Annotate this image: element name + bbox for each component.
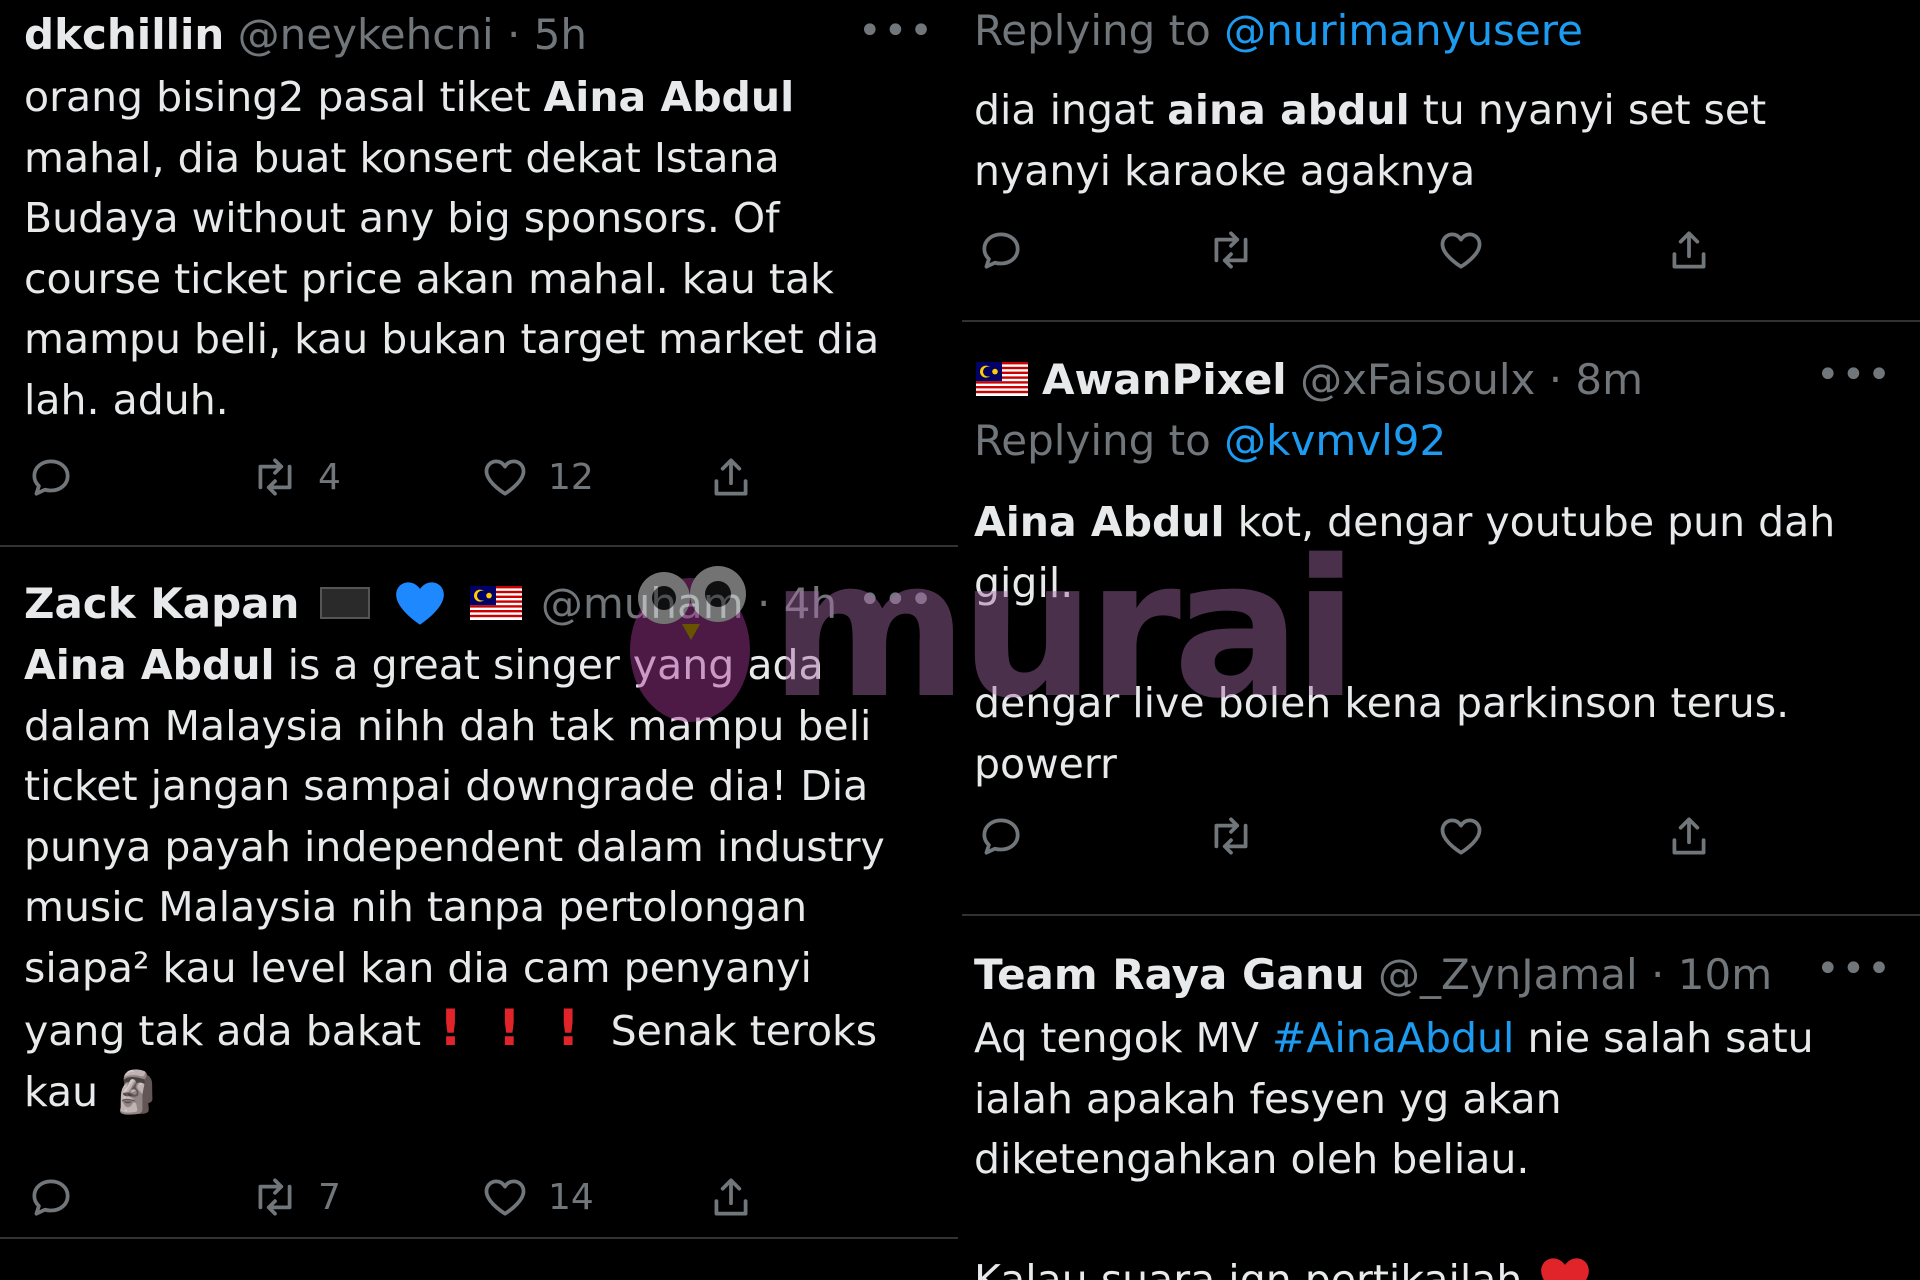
share-button[interactable] [706,1167,756,1227]
malaysia-flag-icon [976,361,1028,396]
reply-button[interactable] [976,220,1026,280]
share-button[interactable] [706,447,756,507]
retweet-button[interactable] [1206,220,1256,280]
separator: · [1535,355,1576,404]
action-bar: 4 12 [0,447,958,507]
retweet-count: 7 [318,1176,341,1218]
text-segment: orang bising2 pasal tiket [24,73,544,121]
share-button[interactable] [1664,806,1714,866]
exclamation-emoji: ! [556,999,580,1057]
share-icon [1672,231,1706,269]
divider [0,1237,958,1239]
reply-button[interactable] [26,1167,76,1227]
mention-link[interactable]: @kvmvl92 [1224,416,1446,465]
display-name[interactable]: dkchillin [24,10,224,59]
tweet-text: Aq tengok MV #AinaAbdul nie salah satu i… [974,1008,1874,1280]
timestamp[interactable]: 10m [1678,950,1772,999]
exclamation-emoji: ! [439,999,462,1057]
retweet-icon [1214,231,1248,269]
reply-icon [32,1179,70,1216]
share-icon [1672,817,1706,855]
timestamp[interactable]: 8m [1575,355,1643,404]
like-button[interactable]: 14 [480,1167,594,1227]
text-segment: mahal, dia buat konsert dekat Istana Bud… [24,133,880,424]
text-bold: Aina Abdul [24,641,275,689]
share-icon [714,1178,748,1216]
malaysia-flag-icon [469,585,522,620]
like-count: 12 [548,456,594,498]
text-paragraph: Aq tengok MV #AinaAbdul nie salah satu i… [974,1008,1874,1190]
text-segment: dia ingat [974,86,1168,134]
heart-icon [484,459,526,496]
hashtag-link[interactable]: #AinaAbdul [1272,1014,1514,1062]
separator: · [1637,950,1678,999]
display-name[interactable]: Zack Kapan [24,579,299,628]
more-options-icon[interactable]: ••• [858,8,935,54]
like-button[interactable] [1436,220,1486,280]
mention-link[interactable]: @nurimanyusere [1224,6,1583,55]
tweet-header: dkchillin @neykehcni · 5h [24,6,587,64]
heart-icon [1440,818,1482,855]
tweet-text: orang bising2 pasal tiket Aina Abdul mah… [24,67,924,430]
watermark-text: murai [770,519,1358,740]
more-options-icon[interactable]: ••• [1816,946,1893,992]
murai-watermark: murai [620,530,1358,740]
more-options-icon[interactable]: ••• [1816,352,1893,398]
retweet-button[interactable] [1206,806,1256,866]
retweet-count: 4 [318,456,341,498]
text-paragraph: Kalau suara jgn pertikailah [974,1250,1874,1280]
separator: · [493,10,534,59]
text-segment: Aq tengok MV [974,1014,1273,1062]
display-name[interactable]: AwanPixel [1042,355,1287,404]
action-bar [962,220,1920,280]
heart-icon [484,1179,526,1216]
tweet-text: dia ingat aina abdul tu nyanyi set set n… [974,80,1874,201]
tweet-card[interactable]: Replying to @nurimanyusere dia ingat ain… [962,0,1920,320]
action-bar [962,806,1920,866]
display-name[interactable]: Team Raya Ganu [974,950,1365,999]
tweet-header: AwanPixel @xFaisoulx · 8m [976,351,1643,409]
text-bold: aina abdul [1167,86,1410,134]
text-bold: Aina Abdul [543,73,795,121]
moai-emoji: 🗿 [111,1067,163,1116]
black-flag-icon [319,586,370,619]
exclamation-emoji: ! [497,999,521,1057]
tweet-header: Team Raya Ganu @_ZynJamal · 10m [974,946,1772,1004]
heart-icon [1440,232,1482,269]
reply-icon [982,818,1020,855]
timestamp[interactable]: 5h [534,10,587,59]
action-bar: 7 14 [0,1167,958,1227]
like-button[interactable] [1436,806,1486,866]
replying-to: Replying to @kvmvl92 [974,412,1446,470]
replying-label: Replying to [974,416,1225,465]
user-handle[interactable]: @xFaisoulx [1300,355,1535,404]
user-handle[interactable]: @neykehcni [238,10,494,59]
share-icon [714,458,748,496]
text-segment: Kalau suara jgn pertikailah [974,1255,1523,1280]
retweet-icon [258,1178,292,1216]
retweet-button[interactable]: 7 [250,1167,341,1227]
reply-button[interactable] [26,447,76,507]
replying-to: Replying to @nurimanyusere [974,2,1583,60]
reply-button[interactable] [976,806,1026,866]
user-handle[interactable]: @_ZynJamal [1378,950,1638,999]
tweet-card[interactable]: dkchillin @neykehcni · 5h ••• orang bisi… [0,0,958,545]
tweet-card[interactable]: Team Raya Ganu @_ZynJamal · 10m ••• Aq t… [962,916,1920,1280]
reply-icon [982,232,1020,269]
red-heart-icon [1541,1257,1590,1280]
retweet-button[interactable]: 4 [250,447,341,507]
like-count: 14 [548,1176,594,1218]
retweet-icon [1214,817,1248,855]
blue-heart-icon [396,581,445,625]
reply-icon [32,459,70,496]
replying-label: Replying to [974,6,1225,55]
retweet-icon [258,458,292,496]
like-button[interactable]: 12 [480,447,594,507]
share-button[interactable] [1664,220,1714,280]
